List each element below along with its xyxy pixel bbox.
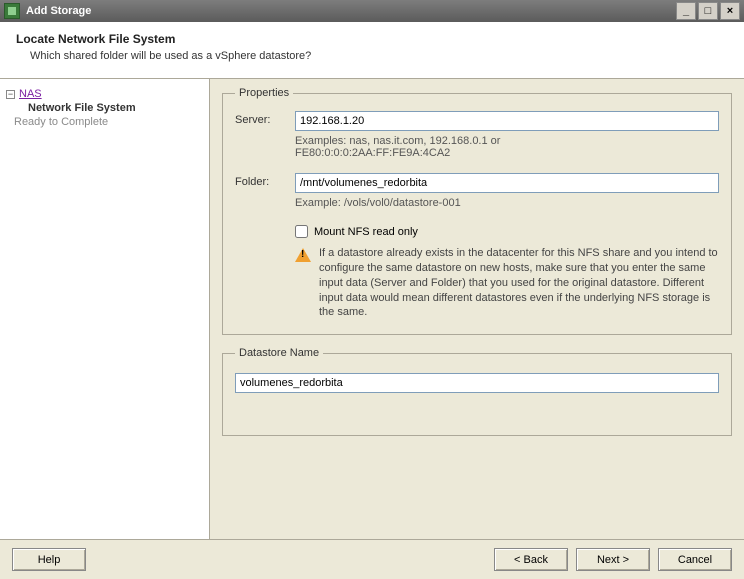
tree-node-nfs[interactable]: Network File System	[28, 101, 203, 115]
wizard-content: Properties Server: Examples: nas, nas.it…	[210, 79, 744, 539]
properties-group: Properties Server: Examples: nas, nas.it…	[222, 87, 732, 335]
warning-row: If a datastore already exists in the dat…	[295, 246, 719, 320]
nas-link[interactable]: NAS	[19, 88, 42, 100]
folder-example: Example: /vols/vol0/datastore-001	[295, 197, 719, 209]
titlebar: Add Storage _ □ ×	[0, 0, 744, 22]
minimize-button[interactable]: _	[676, 2, 696, 20]
help-button[interactable]: Help	[12, 548, 86, 571]
server-label: Server:	[235, 111, 295, 126]
readonly-checkbox[interactable]	[295, 225, 308, 238]
close-button[interactable]: ×	[720, 2, 740, 20]
datastore-group: Datastore Name	[222, 347, 732, 436]
tree-collapse-icon[interactable]: −	[6, 90, 15, 99]
warning-icon	[295, 248, 311, 262]
wizard-body: − NAS Network File System Ready to Compl…	[0, 79, 744, 539]
maximize-button[interactable]: □	[698, 2, 718, 20]
datastore-legend: Datastore Name	[235, 347, 323, 359]
window-controls: _ □ ×	[676, 2, 740, 20]
properties-legend: Properties	[235, 87, 293, 99]
warning-text: If a datastore already exists in the dat…	[319, 246, 719, 320]
server-example: Examples: nas, nas.it.com, 192.168.0.1 o…	[295, 135, 719, 159]
datastore-name-input[interactable]	[235, 373, 719, 393]
page-subtitle: Which shared folder will be used as a vS…	[30, 50, 728, 62]
page-title: Locate Network File System	[16, 32, 728, 46]
back-button[interactable]: < Back	[494, 548, 568, 571]
next-button[interactable]: Next >	[576, 548, 650, 571]
server-input[interactable]	[295, 111, 719, 131]
tree-node-nas[interactable]: − NAS	[6, 87, 203, 101]
readonly-row: Mount NFS read only	[295, 225, 719, 238]
folder-label: Folder:	[235, 173, 295, 188]
tree-node-ready: Ready to Complete	[14, 115, 203, 129]
wizard-header: Locate Network File System Which shared …	[0, 22, 744, 79]
app-icon	[4, 3, 20, 19]
readonly-label: Mount NFS read only	[314, 226, 418, 238]
folder-input[interactable]	[295, 173, 719, 193]
wizard-sidebar: − NAS Network File System Ready to Compl…	[0, 79, 210, 539]
window-title: Add Storage	[26, 5, 91, 17]
wizard-footer: Help < Back Next > Cancel	[0, 539, 744, 579]
folder-row: Folder: Example: /vols/vol0/datastore-00…	[235, 173, 719, 219]
cancel-button[interactable]: Cancel	[658, 548, 732, 571]
server-row: Server: Examples: nas, nas.it.com, 192.1…	[235, 111, 719, 169]
